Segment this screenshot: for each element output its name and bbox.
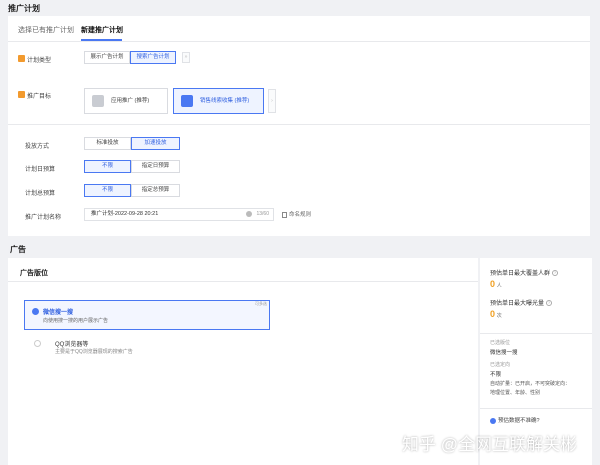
total-budget-custom-button[interactable]: 指定总预算	[131, 184, 180, 197]
exposure-unit: 次	[496, 313, 502, 319]
estimate-divider	[480, 408, 592, 409]
auto-expand-text: 自动扩量：已开启，不可突破定向：	[490, 381, 571, 387]
reach-value-row: 0 人	[490, 279, 502, 289]
plan-name-counter: 13/60	[246, 209, 269, 220]
required-marker-icon	[18, 55, 25, 62]
feedback-link[interactable]: 预估数据不准确?	[490, 416, 540, 424]
tabs-divider	[8, 41, 590, 42]
selected-slot-value: 微信搜一搜	[490, 350, 518, 356]
naming-rule-link[interactable]: 命名规则	[282, 210, 311, 218]
radio-checked-icon	[32, 308, 39, 315]
reach-unit: 人	[496, 283, 502, 289]
daily-budget-unlimited-button[interactable]: 不限	[84, 160, 131, 173]
ad-slot-divider	[8, 281, 478, 282]
help-icon[interactable]: ?	[552, 270, 559, 277]
help-icon[interactable]: ?	[546, 300, 553, 307]
plan-type-search-button[interactable]: 搜索广告计划	[130, 51, 176, 64]
page-title: 推广计划	[8, 4, 40, 13]
ad-slot-option-desc: 主要是于QQ浏览器展现的搜索广告	[55, 349, 133, 355]
plan-form-card	[8, 16, 590, 236]
plan-type-display-button[interactable]: 展示广告计划	[84, 51, 130, 64]
estimate-divider	[480, 333, 592, 334]
plan-name-label: 推广计划名称	[25, 215, 62, 221]
document-icon	[282, 211, 287, 218]
daily-budget-custom-button[interactable]: 指定日预算	[131, 160, 180, 173]
clear-icon[interactable]	[246, 211, 253, 217]
exposure-label: 预估单日最大曝光量?	[490, 300, 553, 307]
chevron-right-icon[interactable]: »	[182, 52, 190, 63]
lead-form-icon	[181, 95, 193, 107]
reach-label: 预估单日最大覆盖人群?	[490, 270, 559, 277]
delivery-standard-button[interactable]: 标准投放	[84, 137, 131, 150]
selected-targeting-value: 不限	[490, 372, 502, 378]
ad-slot-option-wechat-search[interactable]: 微信搜一搜 向使用搜一搜的用户展示广告 可多选	[24, 300, 270, 330]
goal-label: 推广目标	[27, 94, 52, 100]
chevron-right-icon[interactable]: ›	[268, 89, 276, 113]
ad-slot-option-desc: 向使用搜一搜的用户展示广告	[43, 318, 109, 324]
plan-type-label: 计划类型	[27, 58, 52, 64]
daily-budget-label: 计划日预算	[25, 167, 56, 173]
goal-lead-collection-label: 销售线索收集 (推荐)	[200, 98, 250, 104]
selected-targeting-label: 已选定向	[490, 362, 511, 368]
plan-name-input[interactable]: 推广计划-2022-09-28 20:21 13/60	[84, 208, 274, 221]
goal-app-promotion-button[interactable]: 应用推广 (推荐)	[84, 88, 168, 114]
ad-slot-title: 广告版位	[20, 270, 48, 277]
total-budget-label: 计划总预算	[25, 191, 56, 197]
delivery-accelerated-button[interactable]: 加速投放	[131, 137, 180, 150]
info-icon	[490, 417, 496, 424]
ad-slot-option-name: QQ浏览器等	[55, 342, 89, 348]
reach-value: 0	[490, 279, 496, 289]
recommend-badge: 可多选	[255, 301, 267, 306]
watermark: 知乎 @全网互联解关彬	[402, 435, 577, 454]
total-budget-unlimited-button[interactable]: 不限	[84, 184, 131, 197]
tab-new-plan[interactable]: 新建推广计划	[81, 25, 123, 35]
goal-app-promotion-label: 应用推广 (推荐)	[111, 98, 150, 104]
app-icon	[92, 95, 104, 107]
required-marker-icon	[18, 91, 25, 98]
delivery-label: 投放方式	[25, 144, 50, 150]
ad-slot-option-qq-browser[interactable]: QQ浏览器等 主要是于QQ浏览器展现的搜索广告	[24, 335, 270, 361]
exposure-value-row: 0 次	[490, 309, 502, 319]
exposure-value: 0	[490, 309, 496, 319]
tab-existing-plan[interactable]: 选择已有推广计划	[18, 25, 74, 35]
plan-name-value: 推广计划-2022-09-28 20:21	[91, 211, 159, 217]
radio-unchecked-icon	[34, 340, 41, 347]
auto-expand-text-2: 地理位置、年龄、性别	[490, 390, 541, 396]
goal-lead-collection-button[interactable]: 销售线索收集 (推荐)	[173, 88, 264, 114]
ad-slot-option-name: 微信搜一搜	[43, 310, 74, 316]
selected-slot-label: 已选版位	[490, 340, 511, 346]
section-divider	[8, 124, 590, 125]
ad-section-title: 广告	[10, 245, 26, 254]
